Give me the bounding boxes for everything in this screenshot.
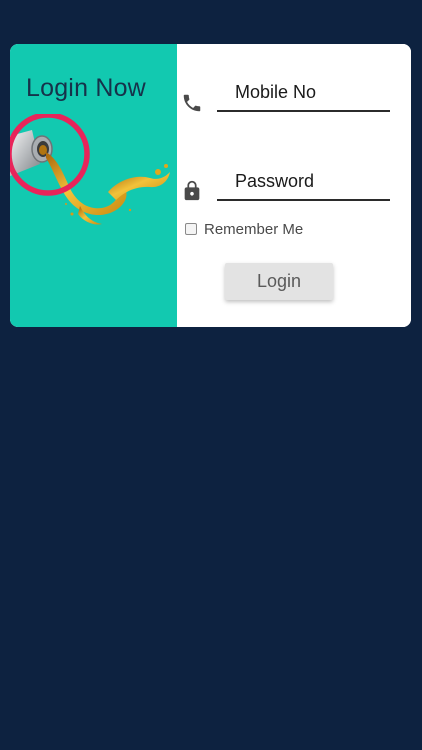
brand-panel: Login Now: [10, 44, 177, 327]
phone-icon: [183, 94, 201, 112]
password-field: [217, 163, 390, 201]
login-button[interactable]: Login: [225, 263, 333, 300]
lock-icon: [184, 180, 200, 201]
remember-me-label: Remember Me: [204, 220, 304, 238]
remember-me-row[interactable]: Remember Me: [185, 219, 303, 239]
mobile-field: [217, 74, 390, 112]
login-title: Login Now: [26, 74, 146, 102]
password-input[interactable]: [217, 163, 390, 199]
mobile-input[interactable]: [217, 74, 390, 110]
form-panel: Remember Me Login: [177, 44, 411, 327]
oil-pour-illustration: [10, 114, 170, 225]
login-card: Login Now Mobile No Remember Me Login: [10, 44, 411, 327]
remember-me-checkbox[interactable]: [185, 223, 197, 235]
